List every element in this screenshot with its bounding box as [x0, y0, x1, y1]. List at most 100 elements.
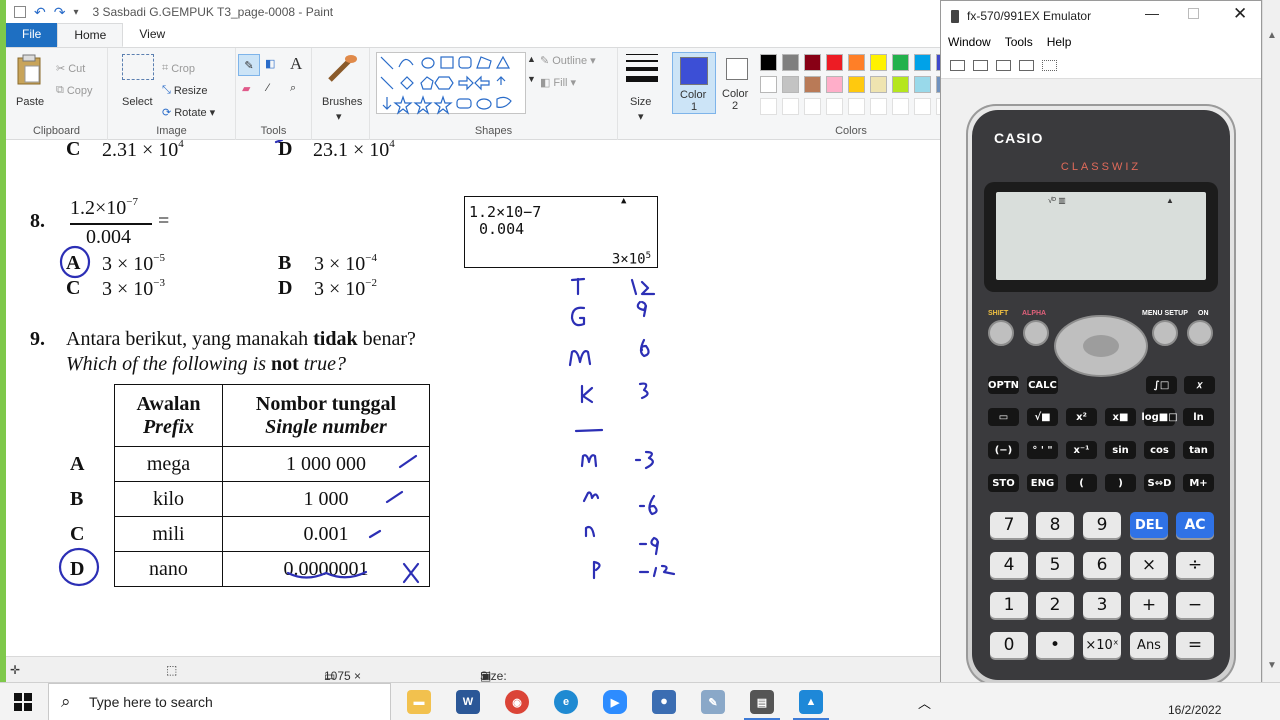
- save-icon[interactable]: [14, 6, 26, 18]
- calc-key[interactable]: OPTN: [988, 376, 1019, 394]
- toolbar-grid-icon[interactable]: [1042, 60, 1057, 71]
- color-swatch[interactable]: [914, 54, 931, 71]
- calc-key[interactable]: ×: [1130, 552, 1168, 578]
- fill-button[interactable]: ◧ Fill ▾: [540, 76, 576, 90]
- calc-key[interactable]: 4: [990, 552, 1028, 578]
- calc-key[interactable]: ln: [1183, 408, 1214, 426]
- calc-key[interactable]: ): [1105, 474, 1136, 492]
- color1-button[interactable]: Color 1: [672, 52, 716, 114]
- calc-key[interactable]: 3: [1083, 592, 1121, 618]
- menu-key[interactable]: [1152, 320, 1178, 346]
- calc-key[interactable]: (−): [988, 441, 1019, 459]
- calc-key[interactable]: =: [1176, 632, 1214, 658]
- calc-key[interactable]: 8: [1036, 512, 1074, 538]
- brushes-group[interactable]: Brushes ▾: [312, 48, 370, 140]
- menu-window[interactable]: Window: [948, 35, 991, 49]
- calc-key[interactable]: DEL: [1130, 512, 1168, 538]
- calc-key[interactable]: CALC: [1027, 376, 1058, 394]
- select-icon[interactable]: [122, 54, 154, 80]
- custom-color-slot[interactable]: [760, 98, 777, 115]
- calc-key[interactable]: 7: [990, 512, 1028, 538]
- toolbar-export-icon[interactable]: [996, 60, 1011, 71]
- color-swatch[interactable]: [804, 54, 821, 71]
- calc-key[interactable]: ×10ˣ: [1083, 632, 1121, 658]
- paint-taskbar-icon[interactable]: ▲: [799, 690, 823, 714]
- calc-key[interactable]: 5: [1036, 552, 1074, 578]
- tab-file[interactable]: File: [6, 23, 58, 47]
- scroll-up-icon[interactable]: ▲: [527, 54, 536, 64]
- select-button[interactable]: Select: [122, 96, 153, 108]
- canvas[interactable]: C 2.31 × 104 D 23.1 × 104 8. 1.2×10−7 0.…: [6, 138, 940, 656]
- calc-key[interactable]: 1: [990, 592, 1028, 618]
- screen-recorder-icon[interactable]: ⏺: [652, 690, 676, 714]
- calc-key[interactable]: S⇔D: [1144, 474, 1175, 492]
- color-swatch[interactable]: [826, 76, 843, 93]
- custom-color-slot[interactable]: [870, 98, 887, 115]
- minimize-icon[interactable]: —: [1145, 5, 1159, 21]
- calc-key[interactable]: ÷: [1176, 552, 1214, 578]
- custom-color-slot[interactable]: [848, 98, 865, 115]
- right-scrollbar[interactable]: ▲ ▼: [1262, 0, 1280, 682]
- scroll-down-icon[interactable]: ▼: [1267, 660, 1277, 671]
- custom-color-slot[interactable]: [892, 98, 909, 115]
- color-picker-icon[interactable]: ⁄: [267, 82, 269, 94]
- color-swatch[interactable]: [914, 76, 931, 93]
- color-swatch[interactable]: [892, 76, 909, 93]
- custom-color-slot[interactable]: [914, 98, 931, 115]
- color-swatch[interactable]: [870, 76, 887, 93]
- calc-key[interactable]: cos: [1144, 441, 1175, 459]
- custom-color-slot[interactable]: [826, 98, 843, 115]
- calc-key[interactable]: sin: [1105, 441, 1136, 459]
- edge-icon[interactable]: e: [554, 690, 578, 714]
- undo-icon[interactable]: ↶: [34, 4, 46, 21]
- calc-key[interactable]: 6: [1083, 552, 1121, 578]
- calc-key[interactable]: log■□: [1141, 408, 1178, 426]
- windows-start-icon[interactable]: [14, 693, 32, 716]
- paint-3d-icon[interactable]: ✎: [701, 690, 725, 714]
- taskbar-search[interactable]: ⌕ Type here to search: [48, 683, 391, 720]
- calc-key[interactable]: •: [1036, 632, 1074, 658]
- tab-home[interactable]: Home: [57, 23, 124, 47]
- calc-key[interactable]: STO: [988, 474, 1019, 492]
- calculator-emulator-taskbar-icon[interactable]: ▤: [750, 690, 774, 714]
- calc-key[interactable]: x²: [1066, 408, 1097, 426]
- pencil-icon[interactable]: ✎: [238, 54, 260, 76]
- eraser-icon[interactable]: ▰: [242, 82, 250, 95]
- calc-key[interactable]: 𝑥: [1184, 376, 1215, 394]
- calc-key[interactable]: x⁻¹: [1066, 441, 1097, 459]
- toolbar-window-icon[interactable]: [973, 60, 988, 71]
- show-hidden-icons-chevron-icon[interactable]: ︿: [918, 693, 931, 712]
- redo-icon[interactable]: ↷: [54, 4, 66, 21]
- calc-key[interactable]: (: [1066, 474, 1097, 492]
- color-swatch[interactable]: [760, 76, 777, 93]
- calc-key[interactable]: 0: [990, 632, 1028, 658]
- close-icon[interactable]: ✕: [1233, 4, 1247, 24]
- calc-key[interactable]: √■: [1027, 408, 1058, 426]
- calc-key[interactable]: Ans: [1130, 632, 1168, 658]
- color-swatch[interactable]: [826, 54, 843, 71]
- calc-key[interactable]: x■: [1105, 408, 1136, 426]
- outline-button[interactable]: ✎ Outline ▾: [540, 54, 596, 68]
- scroll-up-icon[interactable]: ▲: [1267, 30, 1277, 41]
- on-key[interactable]: [1187, 320, 1213, 346]
- chrome-icon[interactable]: ◉: [505, 690, 529, 714]
- tab-view[interactable]: View: [123, 23, 181, 47]
- size-button[interactable]: Size: [630, 96, 651, 108]
- size-group[interactable]: Size ▾: [618, 48, 668, 140]
- calc-key[interactable]: +: [1130, 592, 1168, 618]
- file-explorer-icon[interactable]: ▬: [407, 690, 431, 714]
- customize-icon[interactable]: ▾: [73, 7, 78, 18]
- color-swatch[interactable]: [804, 76, 821, 93]
- color-swatch[interactable]: [782, 54, 799, 71]
- toolbar-capture-icon[interactable]: [1019, 60, 1034, 71]
- color-swatch[interactable]: [892, 54, 909, 71]
- color-swatch[interactable]: [760, 54, 777, 71]
- paste-icon[interactable]: [15, 54, 43, 89]
- calc-key[interactable]: ∫□: [1146, 376, 1177, 394]
- shift-key[interactable]: [988, 320, 1014, 346]
- resize-button[interactable]: ⤡ Resize: [162, 84, 207, 97]
- menu-tools[interactable]: Tools: [1005, 35, 1033, 49]
- menu-help[interactable]: Help: [1047, 35, 1072, 49]
- magnifier-icon[interactable]: ⌕: [290, 82, 296, 95]
- calc-key[interactable]: tan: [1183, 441, 1214, 459]
